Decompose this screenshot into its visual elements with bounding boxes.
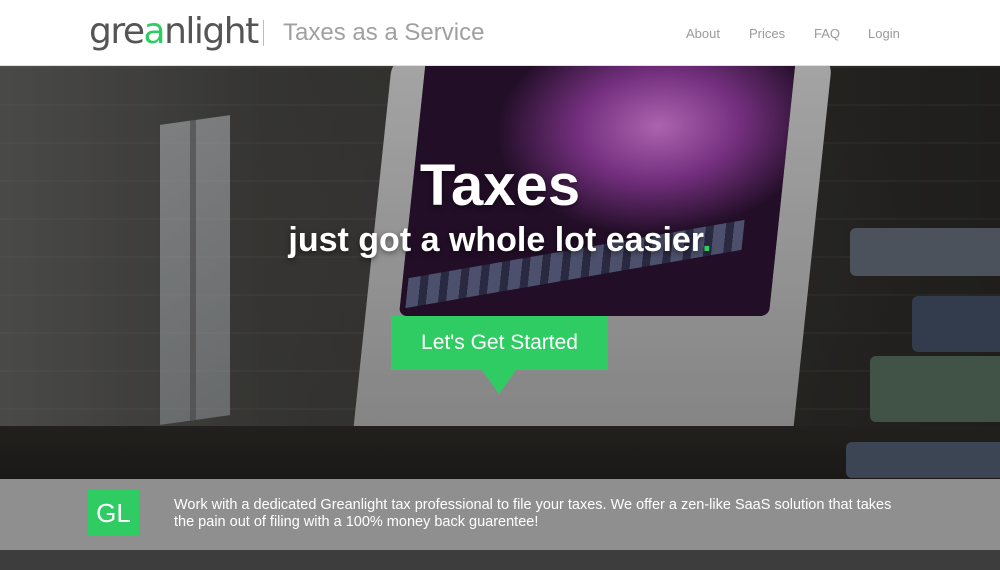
cta-pointer-arrow-icon bbox=[482, 370, 516, 394]
site-header: greanlight Taxes as a Service About Pric… bbox=[0, 0, 1000, 66]
nav-about-link[interactable]: About bbox=[686, 26, 720, 42]
main-nav: About Prices FAQ Login bbox=[0, 26, 1000, 44]
get-started-button[interactable]: Let's Get Started bbox=[391, 316, 608, 370]
nav-prices-link[interactable]: Prices bbox=[749, 26, 785, 42]
hero-subtitle-dot: . bbox=[702, 221, 712, 259]
hero-subtitle-text: just got a whole lot easier bbox=[288, 221, 703, 259]
hero-overlay bbox=[0, 66, 1000, 479]
hero-section: Taxes just got a whole lot easier. Let's… bbox=[0, 66, 1000, 479]
info-band: GL Work with a dedicated Greanlight tax … bbox=[0, 479, 1000, 550]
nav-faq-link[interactable]: FAQ bbox=[814, 26, 840, 42]
gl-badge-icon: GL bbox=[88, 490, 139, 536]
info-description: Work with a dedicated Greanlight tax pro… bbox=[174, 497, 892, 530]
hero-title: Taxes bbox=[419, 153, 581, 218]
hero-subtitle: just got a whole lot easier. bbox=[0, 220, 1000, 260]
nav-login-link[interactable]: Login bbox=[868, 26, 900, 42]
footer-strip bbox=[0, 550, 1000, 570]
